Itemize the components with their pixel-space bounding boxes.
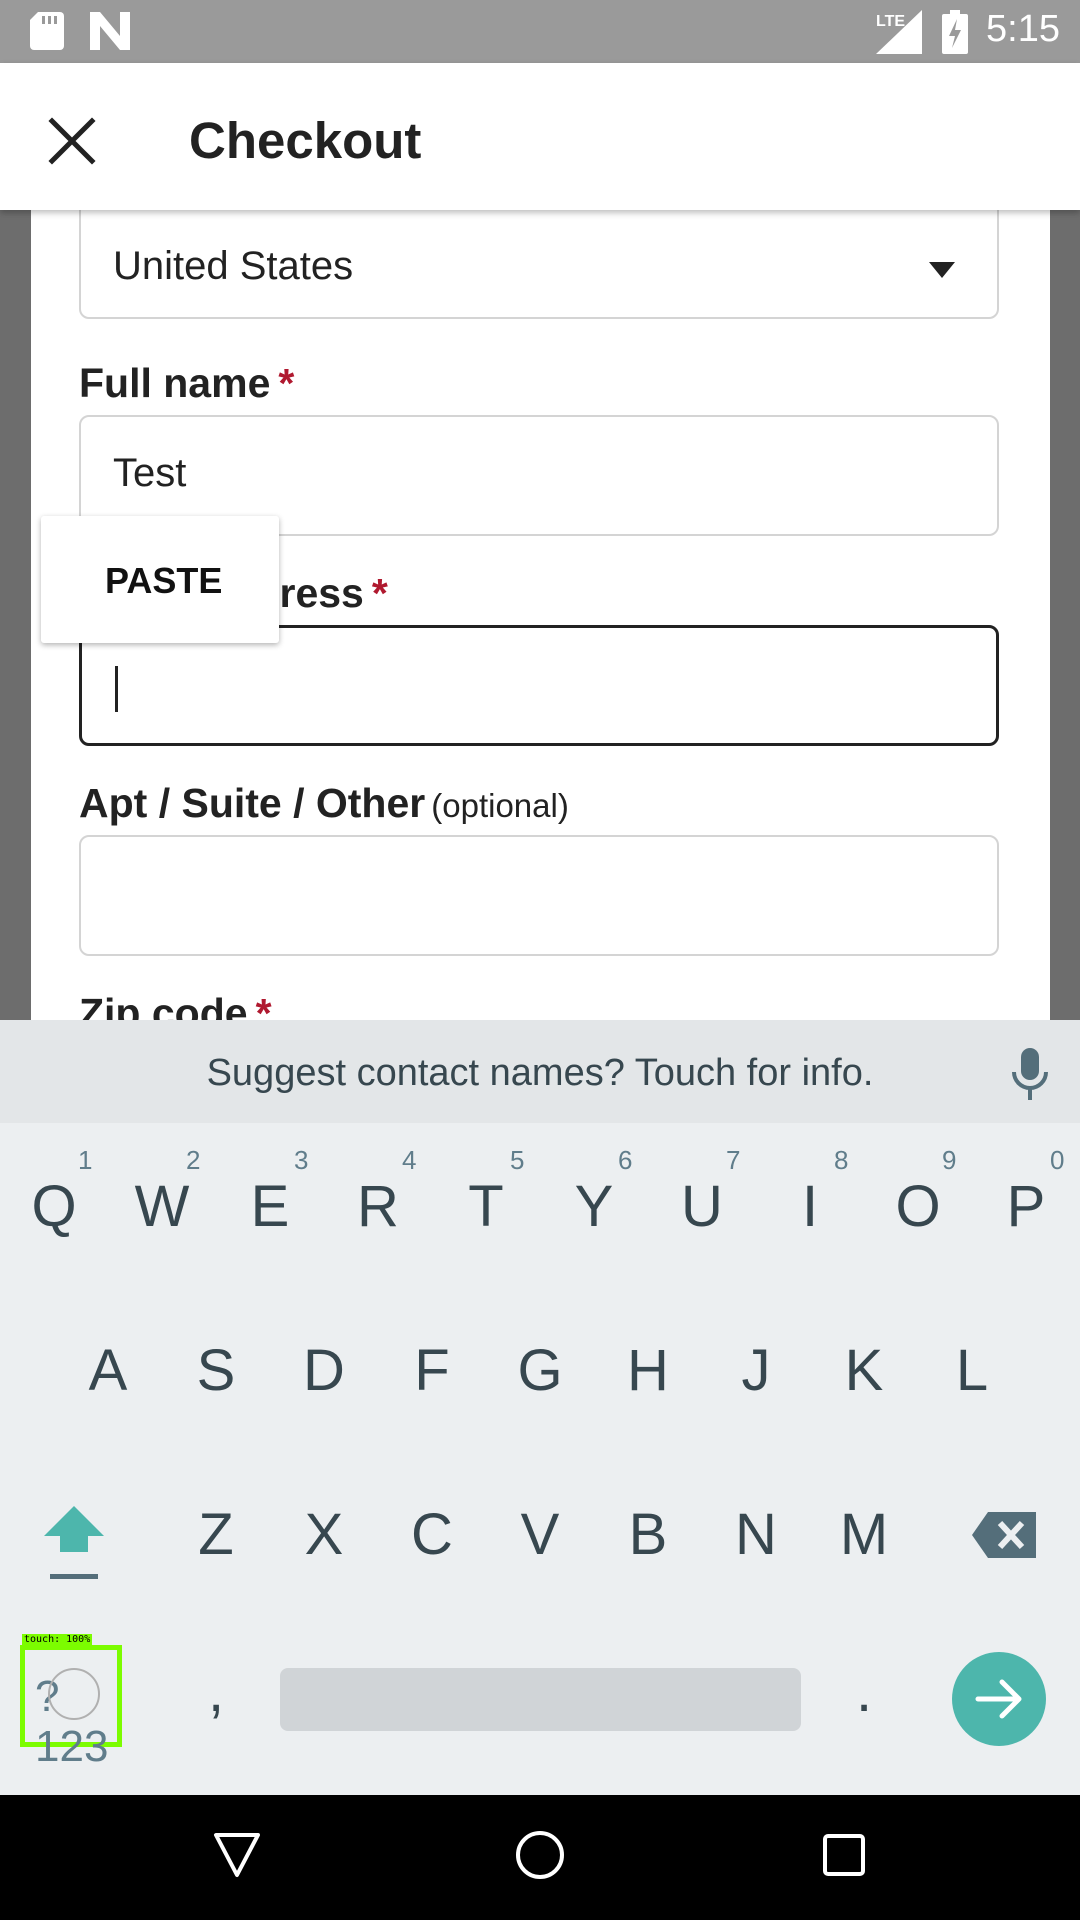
page-title: Checkout bbox=[189, 112, 422, 169]
key-m[interactable]: M bbox=[810, 1475, 918, 1595]
soft-keyboard: Suggest contact names? Touch for info. t… bbox=[0, 1020, 1080, 1795]
back-icon[interactable] bbox=[212, 1831, 262, 1879]
suggestion-text[interactable]: Suggest contact names? Touch for info. bbox=[0, 1052, 1080, 1095]
suggestion-strip[interactable]: Suggest contact names? Touch for info. bbox=[0, 1020, 1080, 1123]
recents-icon[interactable] bbox=[822, 1833, 866, 1877]
key-hint-6: 6 bbox=[618, 1145, 633, 1175]
period-key[interactable]: . bbox=[810, 1632, 918, 1752]
status-time: 5:15 bbox=[986, 8, 1060, 50]
key-v[interactable]: V bbox=[486, 1475, 594, 1595]
dimmed-background bbox=[0, 210, 31, 1020]
key-z[interactable]: Z bbox=[162, 1475, 270, 1595]
home-icon[interactable] bbox=[514, 1829, 566, 1881]
comma-key[interactable]: , bbox=[162, 1632, 270, 1752]
apt-suite-label: Apt / Suite / Other (optional) bbox=[79, 780, 569, 826]
paste-button[interactable]: PASTE bbox=[105, 560, 222, 602]
key-hint-8: 8 bbox=[834, 1145, 849, 1175]
navigation-bar bbox=[0, 1795, 1080, 1920]
street-address-input[interactable] bbox=[79, 625, 999, 746]
sd-card-icon bbox=[30, 12, 64, 50]
country-value: United States bbox=[113, 244, 354, 288]
key-hint-4: 4 bbox=[402, 1145, 417, 1175]
touch-overlay-label: touch: 100% bbox=[22, 1634, 93, 1645]
lte-signal-icon: LTE bbox=[876, 10, 922, 54]
key-c[interactable]: C bbox=[378, 1475, 486, 1595]
key-hint-0: 0 bbox=[1050, 1145, 1065, 1175]
key-n[interactable]: N bbox=[702, 1475, 810, 1595]
shift-icon[interactable] bbox=[42, 1502, 106, 1592]
key-x[interactable]: X bbox=[270, 1475, 378, 1595]
key-d[interactable]: D bbox=[270, 1311, 378, 1431]
apt-suite-input[interactable] bbox=[79, 835, 999, 956]
key-s[interactable]: S bbox=[162, 1311, 270, 1431]
svg-text:LTE: LTE bbox=[876, 13, 905, 30]
key-hint-9: 9 bbox=[942, 1145, 957, 1175]
touch-indicator bbox=[48, 1668, 100, 1720]
space-bar[interactable] bbox=[280, 1668, 801, 1731]
full-name-value: Test bbox=[113, 451, 187, 495]
microphone-icon[interactable] bbox=[1010, 1048, 1050, 1100]
key-hint-2: 2 bbox=[186, 1145, 201, 1175]
dropdown-arrow-icon bbox=[929, 262, 955, 278]
arrow-right-icon bbox=[975, 1679, 1022, 1719]
country-select[interactable]: United States bbox=[79, 210, 999, 319]
battery-charging-icon bbox=[942, 10, 968, 54]
full-name-label: Full name * bbox=[79, 360, 295, 406]
key-f[interactable]: F bbox=[378, 1311, 486, 1431]
key-hint-3: 3 bbox=[294, 1145, 309, 1175]
backspace-icon[interactable] bbox=[972, 1512, 1036, 1558]
text-cursor bbox=[115, 666, 118, 712]
key-l[interactable]: L bbox=[918, 1311, 1026, 1431]
key-j[interactable]: J bbox=[702, 1311, 810, 1431]
close-icon[interactable] bbox=[40, 109, 104, 173]
key-hint-1: 1 bbox=[78, 1145, 93, 1175]
key-b[interactable]: B bbox=[594, 1475, 702, 1595]
key-hint-7: 7 bbox=[726, 1145, 741, 1175]
paste-popup[interactable]: PASTE bbox=[41, 516, 279, 643]
dimmed-background bbox=[1050, 210, 1080, 1020]
key-hint-5: 5 bbox=[510, 1145, 525, 1175]
key-k[interactable]: K bbox=[810, 1311, 918, 1431]
status-bar: LTE 5:15 bbox=[0, 0, 1080, 63]
n-notification-icon bbox=[90, 12, 130, 50]
zip-code-label: Zip code * bbox=[79, 990, 272, 1020]
key-a[interactable]: A bbox=[54, 1311, 162, 1431]
checkout-header: Checkout bbox=[0, 63, 1080, 210]
key-h[interactable]: H bbox=[594, 1311, 702, 1431]
enter-key[interactable] bbox=[952, 1652, 1046, 1746]
key-g[interactable]: G bbox=[486, 1311, 594, 1431]
